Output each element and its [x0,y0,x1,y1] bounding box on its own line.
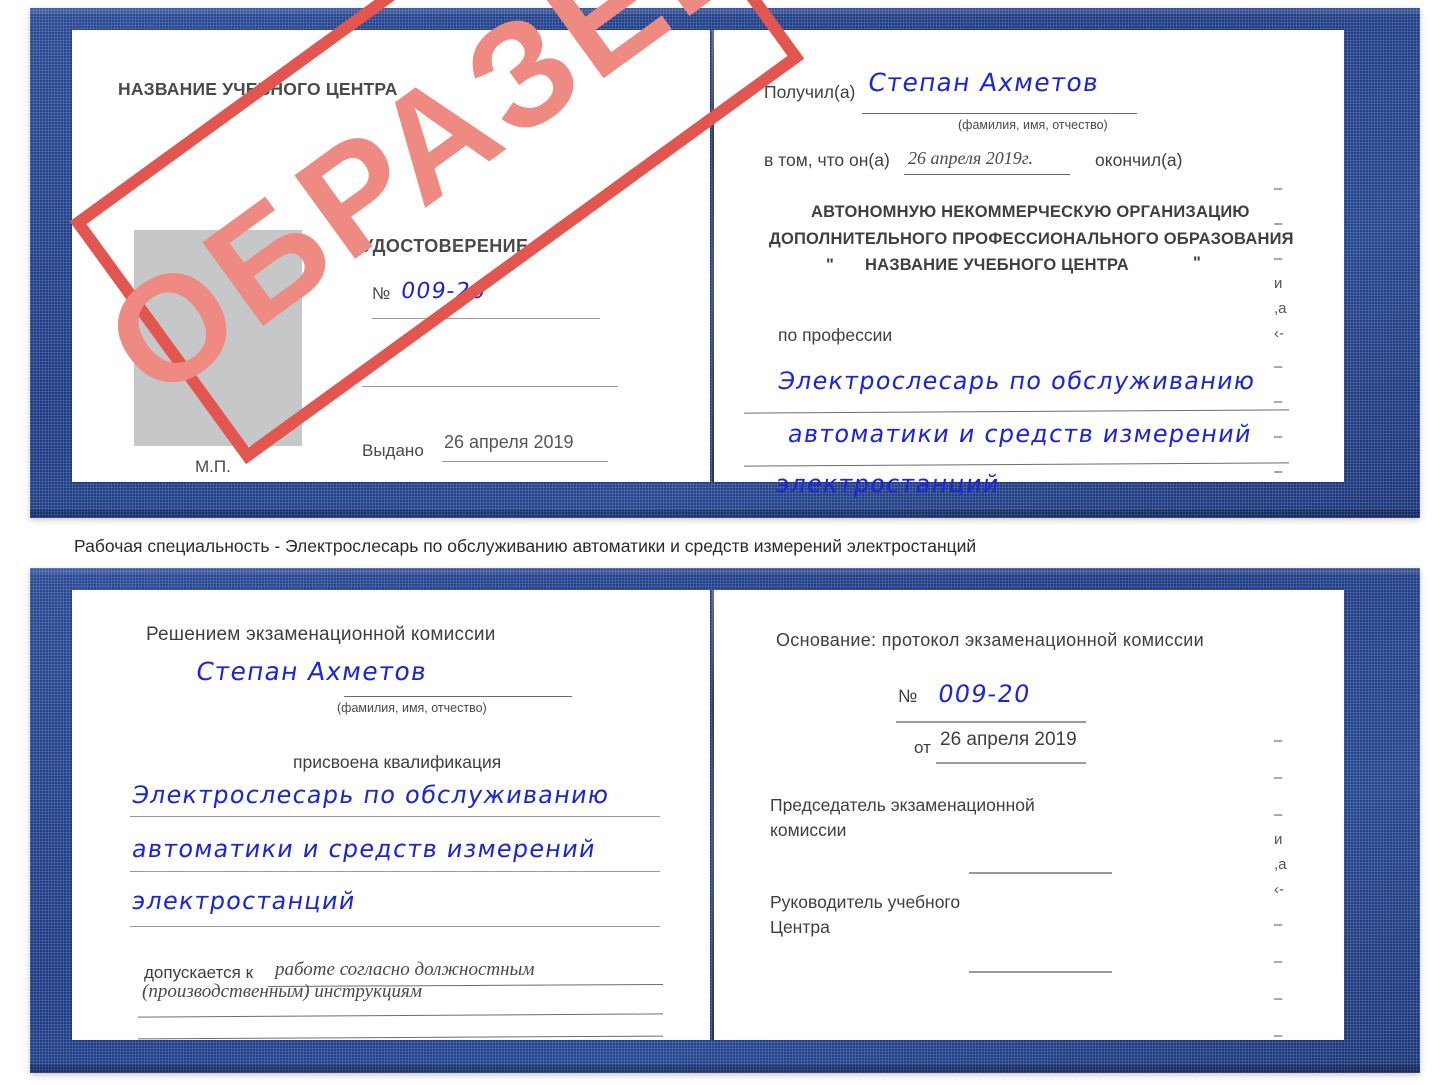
basis-label: Основание: протокол экзаменационной коми… [776,630,1204,650]
profession-line-2: автоматики и средств измерений [786,420,1255,448]
page-bottom-right: Основание: протокол экзаменационной коми… [714,590,1344,1044]
in-that-date: 26 апреля 2019г. [908,148,1034,168]
page-top-right: Получил(а) Степан Ахметов (фамилия, имя,… [714,30,1344,498]
qualification-line-2: автоматики и средств измерений [130,835,599,863]
received-rule [862,113,1137,114]
chairman-line-1: Председатель экзаменационной [770,795,1035,815]
edge-fragment: – [1274,358,1283,375]
head-signature-rule [969,971,1112,973]
blank-rule-top [362,386,618,387]
edge-fragments-top: – – – и ,а ‹- – – – – [1274,180,1304,480]
admitted-rule-3 [138,1035,663,1040]
number-value-top: 009-20 [399,279,489,304]
number-rule-top [372,318,600,319]
edge-fragment: – [1274,732,1283,749]
admitted-rule-2 [138,1013,663,1018]
edge-fragment: – [1274,769,1283,786]
edge-fragment: – [1274,916,1283,933]
qualification-rule-2 [130,871,660,872]
certificate-top: НАЗВАНИЕ УЧЕБНОГО ЦЕНТРА М.П. УДОСТОВЕРЕ… [30,8,1420,518]
admitted-label: допускается к [144,963,254,982]
profession-rule-2 [744,462,1289,467]
org-quote-close: " [1193,254,1201,272]
edge-fragment: – [1274,463,1283,480]
page-top-left: НАЗВАНИЕ УЧЕБНОГО ЦЕНТРА М.П. УДОСТОВЕРЕ… [72,30,710,482]
edge-fragment: – [1274,1027,1283,1044]
edge-fragment: – [1274,393,1283,410]
in-that-rule [904,174,1070,175]
org-line-1: АВТОНОМНУЮ НЕКОММЕРЧЕСКУЮ ОРГАНИЗАЦИЮ [811,203,1250,221]
finished-label: окончил(а) [1095,150,1183,170]
doc-title: УДОСТОВЕРЕНИЕ [362,236,529,256]
qualification-line-1: Электрослесарь по обслуживанию [130,781,612,809]
in-that-label: в том, что он(а) [764,150,890,170]
profession-line-3: электростанций [774,470,1003,498]
edge-fragment: – [1274,990,1283,1007]
org-line-2: ДОПОЛНИТЕЛЬНОГО ПРОФЕССИОНАЛЬНОГО ОБРАЗО… [769,230,1294,248]
received-value: Степан Ахметов [866,68,1102,97]
edge-fragment: и [1274,831,1283,848]
edge-fragment: – [1274,215,1283,232]
edge-fragment: ‹- [1274,881,1284,898]
seal-label: М.П. [195,457,231,476]
qualification-line-3: электростанций [130,887,359,915]
org-quote-open: " [826,256,834,274]
edge-fragment: – [1274,953,1283,970]
head-line-2: Центра [770,917,830,937]
issued-value: 26 апреля 2019 [444,432,574,452]
edge-fragment: – [1274,428,1283,445]
head-line-1: Руководитель учебного [770,892,961,912]
admitted-value-2: (производственным) инструкциям [142,981,422,1002]
number-symbol-bottom: № [898,686,918,706]
profession-label: по профессии [778,325,893,345]
page-bottom-left: Решением экзаменационной комиссии Степан… [72,590,710,1040]
edge-fragment: ‹- [1274,325,1284,342]
edge-fragment: ,а [1274,300,1287,317]
number-rule-bottom [896,721,1086,723]
chairman-line-2: комиссии [770,820,847,840]
number-symbol-top: № [372,284,391,303]
profession-rule-1 [744,409,1289,414]
from-value: 26 апреля 2019 [940,729,1077,750]
photo-placeholder [134,230,302,446]
from-rule [936,762,1086,764]
issued-label: Выдано [362,441,424,460]
edge-fragment: – [1274,180,1283,197]
issued-rule [442,461,608,462]
received-label: Получил(а) [764,82,856,102]
org-line-3: НАЗВАНИЕ УЧЕБНОГО ЦЕНТРА [865,256,1129,274]
name-value-bottom: Степан Ахметов [194,657,430,686]
certificate-bottom: Решением экзаменационной комиссии Степан… [30,568,1420,1073]
edge-fragment: – [1274,806,1283,823]
edge-fragment: – [1274,250,1283,267]
profession-line-1: Электрослесарь по обслуживанию [776,367,1258,395]
number-value-bottom: 009-20 [936,680,1033,708]
org-title-top-left: НАЗВАНИЕ УЧЕБНОГО ЦЕНТРА [118,79,398,99]
fio-hint-top: (фамилия, имя, отчество) [958,118,1108,132]
caption-text: Рабочая специальность - Электрослесарь п… [74,536,977,556]
chairman-signature-rule [969,872,1112,874]
fio-hint-bottom: (фамилия, имя, отчество) [337,701,487,715]
edge-fragment: ,а [1274,856,1287,873]
admitted-value-1: работе согласно должностным [275,959,535,980]
decision-title: Решением экзаменационной комиссии [146,624,496,645]
edge-fragments-bottom: – – – и ,а ‹- – – – – [1274,732,1304,1044]
qualification-rule-1 [130,816,660,817]
name-rule-bottom [344,696,572,697]
from-label: от [914,738,931,757]
qualification-rule-3 [130,926,660,927]
qualification-label: присвоена квалификация [293,752,502,772]
edge-fragment: и [1274,275,1283,292]
